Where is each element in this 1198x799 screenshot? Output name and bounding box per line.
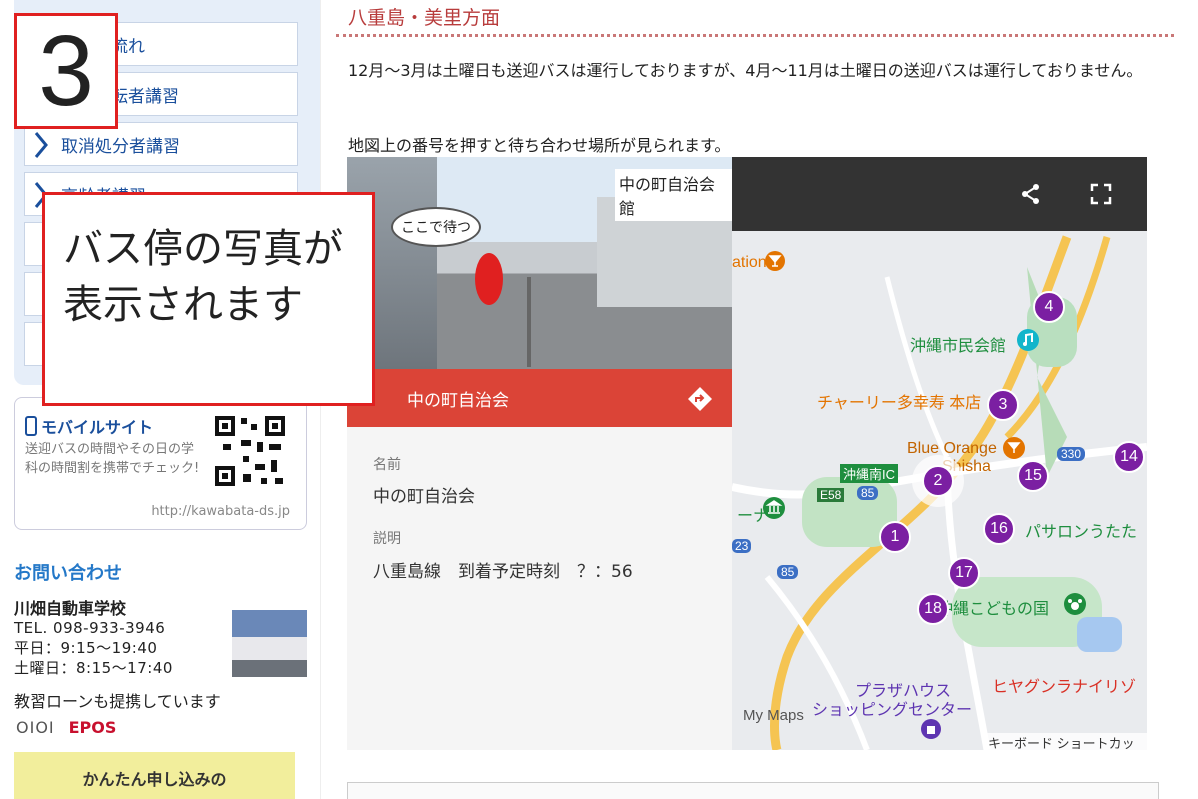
wait-here-bubble: ここで待つ	[391, 207, 481, 247]
poi-higa: ヒヤグンラナイリゾ	[992, 679, 1137, 696]
map-marker-15[interactable]: 15	[1017, 460, 1049, 492]
keyboard-shortcuts-link[interactable]: キーボード ショートカット	[985, 733, 1147, 750]
map-marker-2[interactable]: 2	[922, 465, 954, 497]
apply-banner[interactable]: かんたん申し込みの	[14, 752, 295, 799]
place-title: 中の町自治会館	[615, 169, 732, 221]
name-value: 中の町自治会	[373, 487, 475, 507]
fullscreen-icon[interactable]	[1090, 183, 1112, 205]
map-toolbar	[732, 157, 1147, 231]
mobile-site-title: モバイルサイト	[25, 414, 153, 438]
poi-childrens-zoo: 沖縄こどもの国	[937, 601, 1050, 618]
chevron-right-icon	[34, 132, 48, 158]
partner-logos: OIOI EPOS	[16, 718, 116, 737]
mobile-site-label: モバイルサイト	[41, 418, 154, 437]
music-pin-icon	[1017, 329, 1039, 351]
bar-pin-icon-2	[1003, 437, 1025, 459]
step-number: 3	[14, 13, 118, 129]
map-marker-18[interactable]: 18	[917, 593, 949, 625]
my-maps-logo: My Maps	[743, 707, 804, 724]
school-photo	[232, 610, 307, 677]
map-marker-3[interactable]: 3	[987, 389, 1019, 421]
description-label: 説明	[373, 531, 401, 547]
bar-pin-icon	[765, 251, 785, 271]
route-85b: 85	[777, 565, 799, 579]
poi-station: ation	[732, 254, 767, 271]
map-marker-14[interactable]: 14	[1113, 441, 1145, 473]
map-marker-16[interactable]: 16	[983, 513, 1015, 545]
school-name: 川畑自動車学校	[14, 599, 127, 618]
mobile-site-url[interactable]: http://kawabata-ds.jp	[151, 504, 290, 519]
contact-weekday: 平日：9:15〜19:40	[14, 639, 158, 657]
route-330: 330	[1057, 447, 1086, 461]
place-info-panel: 中の町自治会館 ここで待つ 中の町自治会 名前 中の町自治会 説明 八重島線 到…	[347, 157, 732, 750]
shopping-pin-icon	[921, 719, 941, 739]
oioi-logo: OIOI	[16, 718, 55, 737]
paw-pin-icon	[1064, 593, 1086, 615]
embedded-map[interactable]: ation 沖縄市民会館 チャーリー多幸寿 本店 Blue Orange Shi…	[347, 157, 1147, 750]
directions-icon[interactable]	[687, 386, 713, 412]
map-marker-17[interactable]: 17	[948, 557, 980, 589]
description-value: 八重島線 到着予定時刻 ？：56	[373, 562, 633, 582]
place-header-bar: 中の町自治会	[347, 369, 732, 427]
contact-tel: TEL. 098-933-3946	[14, 619, 166, 637]
name-label: 名前	[373, 457, 401, 473]
museum-pin-icon	[763, 497, 785, 519]
schedule-note: 12月〜3月は土曜日も送迎バスは運行しておりますが、4月〜11月は土曜日の送迎バ…	[348, 61, 1143, 80]
loan-text: 教習ローンも提携しています	[14, 692, 221, 711]
section-title: 八重島・美里方面	[348, 7, 501, 29]
poi-shopping-center: ショッピングセンター	[812, 702, 973, 719]
contact-info: TEL. 098-933-3946 平日：9:15〜19:40 土曜日：8:15…	[14, 618, 173, 678]
annotation-callout: バス停の写真が 表示されます	[42, 192, 375, 406]
sidebar-item-label: 取消処分者講習	[61, 136, 180, 157]
map-instruction: 地図上の番号を押すと待ち合わせ場所が見られます。	[348, 136, 731, 155]
bus-stop-marker	[475, 253, 503, 305]
contact-heading: お問い合わせ	[14, 563, 122, 584]
poi-blue-orange: Blue Orange	[907, 440, 997, 457]
poi-okinawa-south-ic: 沖縄南IC	[840, 464, 899, 483]
mobile-site-card[interactable]: モバイルサイト 送迎バスの時間やその日の学科の時間割を携帯でチェック! http…	[14, 397, 307, 530]
callout-line-2: 表示されます	[63, 282, 303, 328]
mobile-site-text: 送迎バスの時間やその日の学科の時間割を携帯でチェック!	[25, 442, 200, 476]
poi-sari: パサロンうたた	[1025, 524, 1138, 541]
sidebar-item-label: 転者講習	[111, 86, 179, 107]
share-icon[interactable]	[1020, 183, 1042, 205]
contact-saturday: 土曜日：8:15〜17:40	[14, 659, 173, 677]
map-marker-4[interactable]: 4	[1033, 291, 1065, 323]
route-23: 23	[732, 539, 752, 553]
place-header-title: 中の町自治会	[407, 390, 509, 411]
poi-civic-hall: 沖縄市民会館	[910, 338, 1007, 355]
map-marker-1[interactable]: 1	[879, 521, 911, 553]
route-85: 85	[857, 486, 879, 500]
qr-code-icon	[213, 414, 287, 488]
callout-line-1: バス停の写真が	[63, 226, 343, 272]
street-view-photo[interactable]: 中の町自治会館 ここで待つ	[347, 157, 732, 369]
phone-icon	[25, 416, 37, 436]
section-divider	[336, 34, 1174, 37]
epos-logo: EPOS	[68, 718, 117, 737]
route-e58: E58	[817, 488, 845, 502]
next-map-card	[347, 782, 1159, 799]
poi-charley: チャーリー多幸寿 本店	[817, 395, 982, 412]
